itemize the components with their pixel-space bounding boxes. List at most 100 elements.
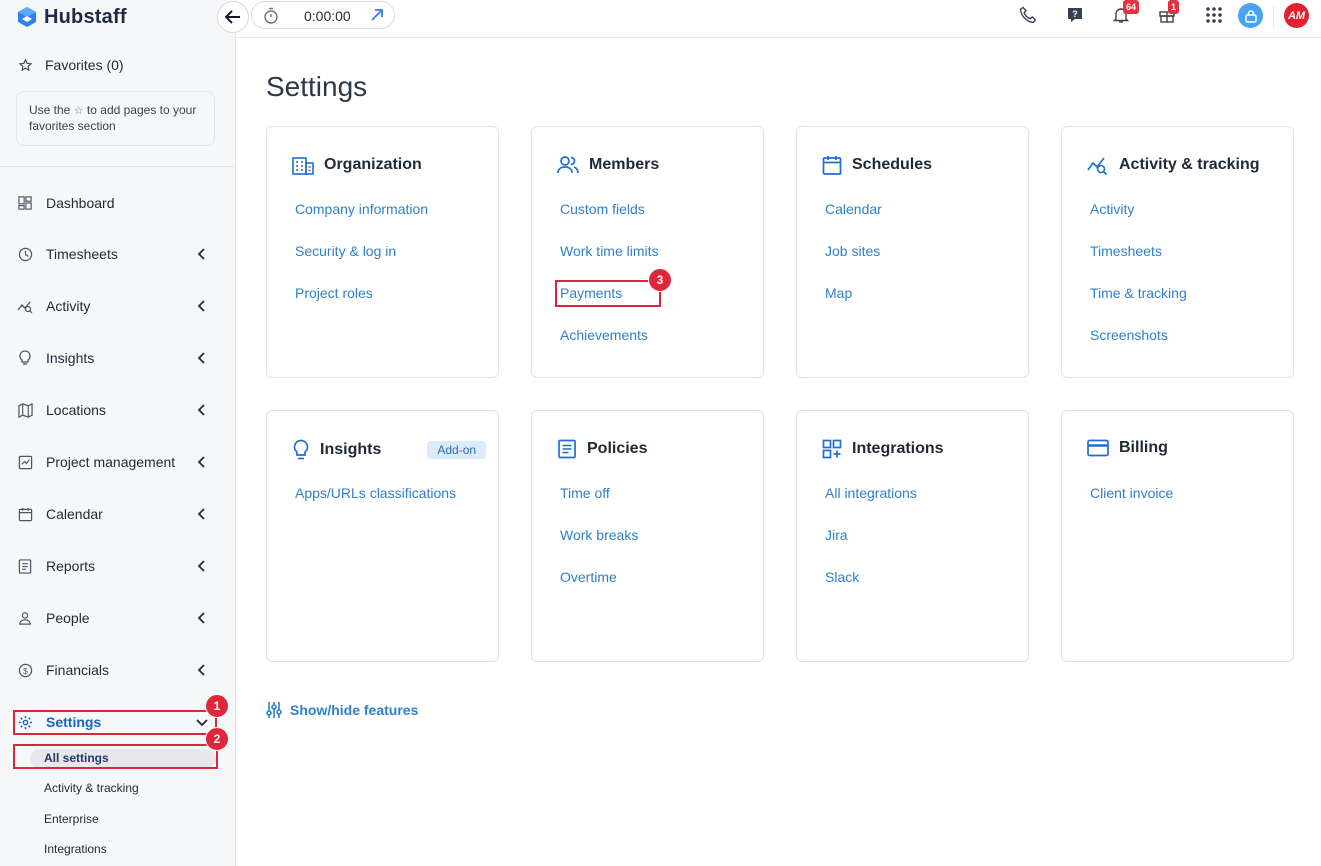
- link-time-off[interactable]: Time off: [560, 485, 610, 501]
- lightbulb-icon: [293, 439, 309, 460]
- card-members: Members Custom fields Work time limits P…: [531, 126, 764, 378]
- sidebar-item-label: People: [46, 610, 90, 626]
- link-calendar[interactable]: Calendar: [825, 201, 882, 217]
- step-badge-3: 3: [648, 268, 672, 292]
- card-title: Members: [589, 156, 660, 173]
- svg-text:$: $: [23, 665, 28, 675]
- phone-button[interactable]: [1017, 4, 1039, 26]
- project-icon: [17, 454, 33, 470]
- link-overtime[interactable]: Overtime: [560, 569, 617, 585]
- star-icon: ☆: [73, 105, 84, 117]
- link-company-information[interactable]: Company information: [295, 201, 428, 217]
- timer-widget[interactable]: 0:00:00: [251, 1, 395, 29]
- sidebar-item-label: Reports: [46, 558, 96, 574]
- link-activity[interactable]: Activity: [1090, 201, 1134, 217]
- card-title: Policies: [587, 440, 648, 457]
- map-icon: [17, 402, 33, 418]
- link-all-integrations[interactable]: All integrations: [825, 485, 917, 501]
- step-badge-1: 1: [205, 694, 229, 718]
- link-custom-fields[interactable]: Custom fields: [560, 201, 645, 217]
- sub-item-enterprise[interactable]: Enterprise: [44, 812, 99, 826]
- sidebar-item-financials[interactable]: $ Financials: [0, 653, 236, 687]
- sidebar-item-insights[interactable]: Insights: [0, 341, 236, 375]
- sidebar-item-dashboard[interactable]: Dashboard: [0, 186, 236, 220]
- step-badge-2: 2: [205, 727, 229, 751]
- arrow-left-icon: [225, 10, 240, 24]
- link-project-roles[interactable]: Project roles: [295, 285, 373, 301]
- page-title: Settings: [266, 71, 368, 102]
- phone-icon: [1019, 6, 1037, 24]
- addon-badge: Add-on: [427, 441, 487, 459]
- chevron-left-icon: [197, 560, 205, 572]
- sidebar-item-label: Insights: [46, 350, 95, 366]
- document-icon: [558, 439, 576, 459]
- dashboard-icon: [17, 195, 33, 211]
- card-billing: Billing Client invoice: [1061, 410, 1294, 662]
- link-screenshots[interactable]: Screenshots: [1090, 327, 1168, 343]
- arrow-up-right-icon[interactable]: [370, 8, 384, 22]
- calendar-icon: [17, 506, 33, 522]
- favorites-label: Favorites (0): [45, 57, 124, 73]
- favorites-item[interactable]: Favorites (0): [18, 57, 124, 73]
- link-security-login[interactable]: Security & log in: [295, 243, 396, 259]
- apps-button[interactable]: [1203, 4, 1225, 26]
- app-name: Hubstaff: [44, 5, 127, 28]
- hubstaff-logo-icon: [18, 7, 36, 27]
- card-policies: Policies Time off Work breaks Overtime: [531, 410, 764, 662]
- dollar-icon: $: [17, 662, 33, 678]
- link-achievements[interactable]: Achievements: [560, 327, 648, 343]
- help-button[interactable]: ?: [1064, 4, 1086, 26]
- card-title: Integrations: [852, 440, 944, 457]
- highlight-all-settings: [13, 744, 218, 769]
- apps-grid-icon: [1206, 7, 1222, 23]
- profile-button[interactable]: [1238, 3, 1263, 28]
- stopwatch-icon: [264, 7, 278, 24]
- sidebar-item-activity[interactable]: Activity: [0, 289, 236, 323]
- highlight-payments: [555, 280, 661, 307]
- link-timesheets[interactable]: Timesheets: [1090, 243, 1162, 259]
- sub-item-integrations[interactable]: Integrations: [44, 842, 107, 856]
- link-work-breaks[interactable]: Work breaks: [560, 527, 638, 543]
- link-time-tracking[interactable]: Time & tracking: [1090, 285, 1187, 301]
- topbar-separator: [1273, 6, 1274, 28]
- sidebar-item-people[interactable]: People: [0, 601, 236, 635]
- sidebar-item-label: Dashboard: [46, 195, 115, 211]
- card-schedules: Schedules Calendar Job sites Map: [796, 126, 1029, 378]
- card-title: Organization: [324, 156, 422, 173]
- sidebar-item-label: Timesheets: [46, 246, 118, 262]
- card-title: Activity & tracking: [1119, 156, 1260, 173]
- sidebar-item-label: Project management: [46, 454, 176, 470]
- activity-icon: [17, 298, 33, 314]
- sidebar-item-calendar[interactable]: Calendar: [0, 497, 236, 531]
- chevron-left-icon: [197, 508, 205, 520]
- highlight-settings: [13, 710, 217, 735]
- credit-card-icon: [1087, 439, 1109, 457]
- chevron-left-icon: [197, 352, 205, 364]
- svg-text:?: ?: [1072, 9, 1078, 19]
- link-client-invoice[interactable]: Client invoice: [1090, 485, 1173, 501]
- sidebar-item-locations[interactable]: Locations: [0, 393, 236, 427]
- sidebar-item-project-management[interactable]: Project management: [0, 445, 236, 479]
- show-hide-features-label: Show/hide features: [290, 702, 419, 718]
- user-icon: [1244, 9, 1257, 23]
- user-avatar[interactable]: AM: [1284, 3, 1309, 28]
- show-hide-features-button[interactable]: Show/hide features: [266, 701, 418, 719]
- link-work-time-limits[interactable]: Work time limits: [560, 243, 659, 259]
- link-map[interactable]: Map: [825, 285, 852, 301]
- card-activity-tracking: Activity & tracking Activity Timesheets …: [1061, 126, 1294, 378]
- chevron-left-icon: [197, 404, 205, 416]
- link-jira[interactable]: Jira: [825, 527, 848, 543]
- sidebar-item-label: Calendar: [46, 506, 103, 522]
- link-apps-urls-classifications[interactable]: Apps/URLs classifications: [295, 485, 456, 501]
- sub-item-activity-tracking[interactable]: Activity & tracking: [44, 781, 139, 795]
- favorites-hint: Use the ☆ to add pages to your favorites…: [16, 91, 215, 146]
- link-slack[interactable]: Slack: [825, 569, 859, 585]
- sidebar: Hubstaff Favorites (0) Use the ☆ to add …: [0, 0, 236, 866]
- back-button[interactable]: [217, 1, 249, 33]
- person-icon: [17, 610, 33, 626]
- sidebar-item-reports[interactable]: Reports: [0, 549, 236, 583]
- timer-value: 0:00:00: [304, 8, 351, 24]
- sidebar-item-timesheets[interactable]: Timesheets: [0, 237, 236, 271]
- link-job-sites[interactable]: Job sites: [825, 243, 880, 259]
- hubstaff-logo[interactable]: Hubstaff: [16, 5, 127, 29]
